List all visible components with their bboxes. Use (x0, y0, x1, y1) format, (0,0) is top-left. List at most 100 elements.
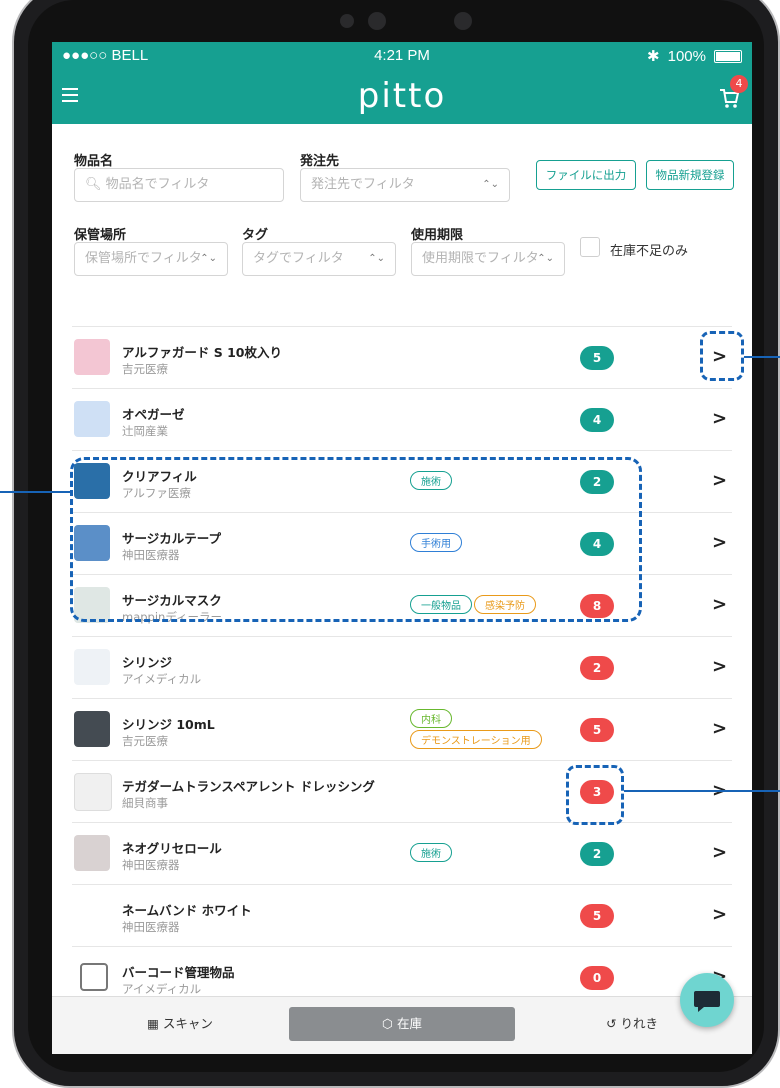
stock-count-badge: 2 (580, 656, 614, 680)
item-name: オペガーゼ (122, 407, 185, 422)
chevron-right-icon[interactable]: > (712, 408, 727, 429)
item-name: ネームバンド ホワイト (122, 903, 252, 918)
stock-count-badge: 5 (580, 904, 614, 928)
stock-count-badge: 4 (580, 408, 614, 432)
item-name: シリンジ 10mL (122, 717, 215, 732)
select-chevron-icon: ⌃⌄ (537, 253, 554, 264)
chat-bubble-icon (694, 991, 720, 1012)
app-logo: pitto (357, 76, 447, 116)
item-thumbnail (74, 897, 110, 933)
box-icon: ⬡ (382, 1016, 397, 1031)
item-supplier: アイメディカル (122, 672, 202, 686)
item-name: アルファガード S 10枚入り (122, 345, 282, 360)
item-supplier: 吉元医療 (122, 362, 168, 376)
inventory-list: アルファガード S 10枚入り 吉元医療 5 > オペガーゼ 辻岡産業 4 > … (72, 326, 732, 1008)
inventory-row[interactable]: ネームバンド ホワイト 神田医療器 5 > (72, 884, 732, 946)
stock-count-badge: 5 (580, 346, 614, 370)
inventory-row[interactable]: アルファガード S 10枚入り 吉元医療 5 > (72, 326, 732, 388)
item-name-placeholder: 物品名でフィルタ (105, 177, 210, 192)
status-right: ✱ 100% (647, 47, 742, 65)
item-name: ネオグリセロール (122, 841, 222, 856)
annotation-count-highlight (566, 765, 624, 825)
chevron-right-icon[interactable]: > (712, 470, 727, 491)
item-name-label: 物品名 (74, 154, 114, 169)
item-thumbnail (74, 339, 110, 375)
chevron-right-icon[interactable]: > (712, 842, 727, 863)
item-thumbnail (74, 401, 110, 437)
bluetooth-icon: ✱ (647, 48, 660, 65)
item-thumbnail (74, 649, 110, 685)
stock-count-badge: 5 (580, 718, 614, 742)
annotation-rows-highlight (70, 457, 642, 622)
item-name: シリンジ (122, 655, 173, 670)
history-icon: ↺ (606, 1016, 621, 1031)
supplier-label: 発注先 (300, 154, 340, 169)
export-file-button[interactable]: ファイルに出力 (536, 160, 636, 190)
item-thumbnail (74, 711, 110, 747)
tab-scan-label: スキャン (162, 1016, 213, 1031)
search-icon: 🔍︎ (85, 177, 102, 192)
stock-count-badge: 2 (580, 842, 614, 866)
expiry-label: 使用期限 (411, 228, 464, 243)
sensor-dot (454, 12, 472, 30)
annotation-chevron-highlight (700, 331, 744, 381)
inventory-row[interactable]: オペガーゼ 辻岡産業 4 > (72, 388, 732, 450)
item-supplier: 神田医療器 (122, 858, 180, 872)
item-tag: 施術 (410, 843, 452, 862)
item-supplier: 辻岡産業 (122, 424, 168, 438)
tab-scan[interactable]: ▦ スキャン (110, 1007, 250, 1041)
supplier-placeholder: 発注先でフィルタ (311, 177, 415, 192)
camera-dot (340, 14, 354, 28)
item-thumbnail (74, 835, 110, 871)
shortage-only-checkbox[interactable] (580, 237, 600, 257)
app-header: pitto 4 (52, 70, 752, 124)
chevron-right-icon[interactable]: > (712, 594, 727, 615)
inventory-row[interactable]: ネオグリセロール 神田医療器 施術 2 > (72, 822, 732, 884)
tab-stock[interactable]: ⬡ 在庫 (289, 1007, 515, 1041)
item-supplier: 神田医療器 (122, 920, 180, 934)
battery-percent: 100% (667, 47, 706, 65)
annotation-callout-line (624, 790, 780, 792)
expiry-select[interactable]: 使用期限でフィルタ ⌃⌄ (411, 242, 565, 276)
item-tag: デモンストレーション用 (410, 730, 542, 749)
camera-lens (368, 12, 386, 30)
expiry-placeholder: 使用期限でフィルタ (422, 251, 539, 266)
tab-stock-label: 在庫 (396, 1016, 422, 1031)
tab-history-label: りれき (620, 1016, 658, 1031)
new-item-button[interactable]: 物品新規登録 (646, 160, 734, 190)
inventory-row[interactable]: シリンジ 10mL 吉元医療 内科 デモンストレーション用 5 > (72, 698, 732, 760)
item-tag: 内科 (410, 709, 452, 728)
item-supplier: 吉元医療 (122, 734, 168, 748)
tab-history[interactable]: ↺ りれき (572, 1007, 692, 1041)
shortage-only-label: 在庫不足のみ (610, 244, 689, 259)
storage-placeholder: 保管場所でフィルタ (85, 251, 202, 266)
annotation-callout-line (0, 491, 70, 493)
qr-code-icon: ▦ (147, 1016, 163, 1031)
status-bar: ●●●○○ BELL 4:21 PM ✱ 100% (52, 42, 752, 70)
chat-button[interactable] (680, 973, 734, 1027)
battery-icon (714, 49, 742, 63)
bottom-nav: ▦ スキャン ⬡ 在庫 ↺ りれき (52, 996, 752, 1054)
storage-select[interactable]: 保管場所でフィルタ ⌃⌄ (74, 242, 228, 276)
item-name-search-input[interactable]: 🔍︎ 物品名でフィルタ (74, 168, 284, 202)
chevron-right-icon[interactable]: > (712, 656, 727, 677)
annotation-callout-line (744, 356, 780, 358)
chevron-right-icon[interactable]: > (712, 904, 727, 925)
select-chevron-icon: ⌃⌄ (200, 253, 217, 264)
tag-label: タグ (242, 228, 269, 243)
stock-count-badge: 0 (580, 966, 614, 990)
cart-count-badge: 4 (730, 75, 748, 93)
item-supplier: 細貝商事 (122, 796, 168, 810)
chevron-right-icon[interactable]: > (712, 718, 727, 739)
tag-select[interactable]: タグでフィルタ ⌃⌄ (242, 242, 396, 276)
item-name: バーコード管理物品 (122, 965, 235, 980)
select-chevron-icon: ⌃⌄ (482, 179, 499, 190)
chevron-right-icon[interactable]: > (712, 532, 727, 553)
inventory-row[interactable]: シリンジ アイメディカル 2 > (72, 636, 732, 698)
supplier-select[interactable]: 発注先でフィルタ ⌃⌄ (300, 168, 510, 202)
item-name: テガダームトランスペアレント ドレッシング (122, 779, 375, 794)
select-chevron-icon: ⌃⌄ (368, 253, 385, 264)
barcode-item-icon (80, 963, 108, 991)
storage-label: 保管場所 (74, 228, 127, 243)
item-supplier: アイメディカル (122, 982, 202, 996)
